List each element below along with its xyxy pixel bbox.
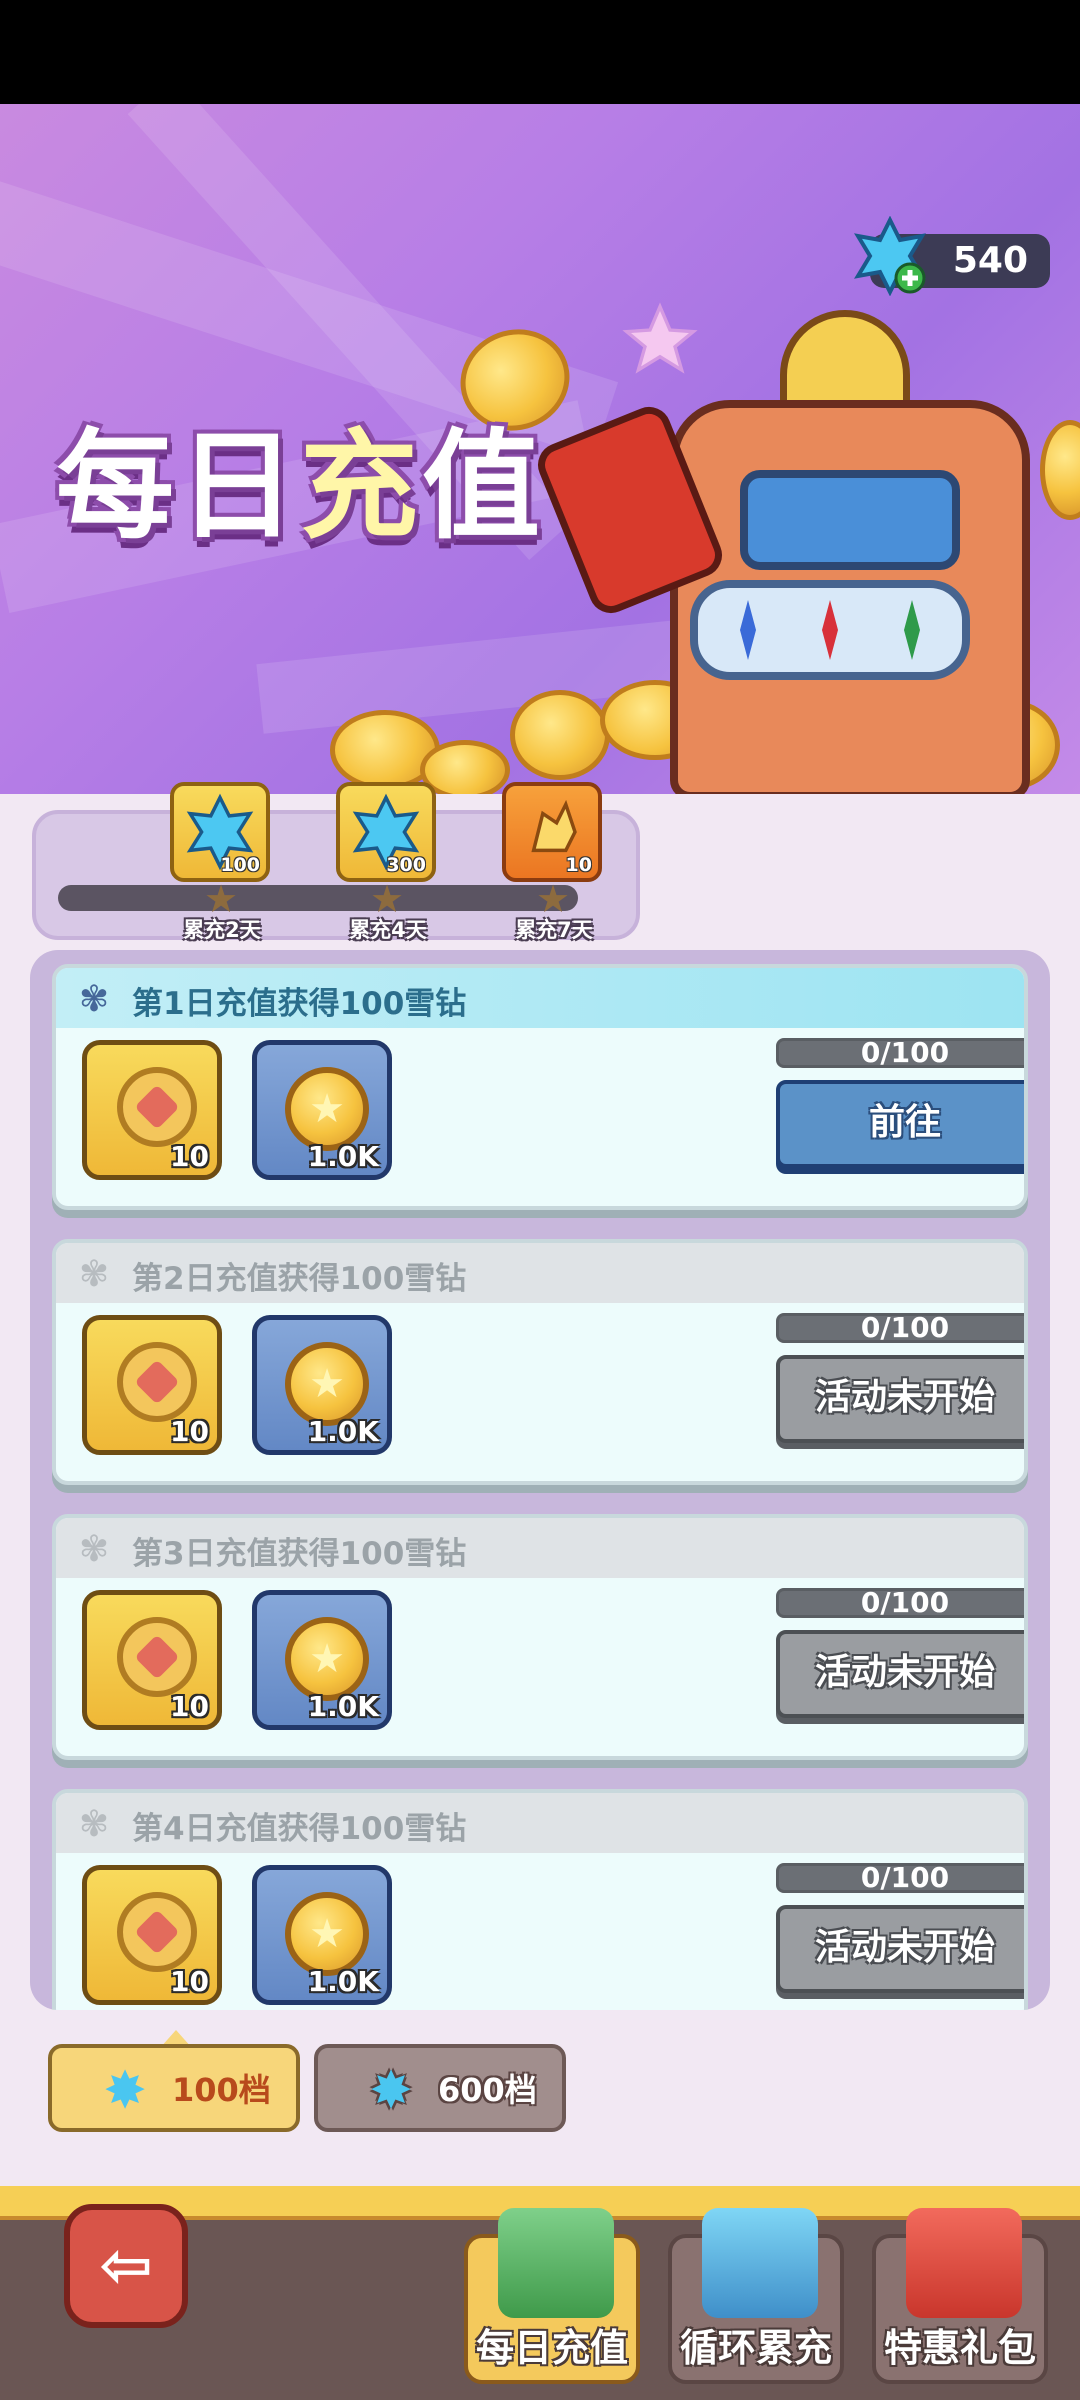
task-card: ✾ 第3日充值获得100雪钻 10 1.0K 0/100 活动未开始 [52, 1514, 1028, 1760]
nav-label: 每日充值 [475, 2326, 628, 2370]
milestone-label: 累充4天 [349, 918, 427, 942]
diamond-bag-icon [702, 2208, 818, 2318]
snow-diamond-add-icon[interactable] [850, 215, 930, 297]
snowflake-icon: ✾ [78, 1254, 110, 1295]
milestone-reward[interactable]: 10 [502, 782, 602, 882]
milestone-star-icon: ★ [535, 877, 571, 921]
calendar-coins-icon [498, 2208, 614, 2318]
status-bar [0, 0, 1080, 104]
go-button[interactable]: 前往 [776, 1080, 1024, 1168]
task-title: 第4日充值获得100雪钻 [132, 1811, 467, 1847]
star-decoration-icon [620, 300, 700, 384]
milestone-count: 300 [386, 854, 426, 876]
milestone-star-icon: ★ [203, 877, 239, 921]
reward-count: 1.0K [307, 1140, 379, 1173]
milestone-reward[interactable]: 100 [170, 782, 270, 882]
coin-reward[interactable]: 1.0K [252, 1315, 392, 1455]
key-icon [117, 1342, 197, 1422]
reward-count: 1.0K [307, 1415, 379, 1448]
task-progress: 0/100 [776, 1588, 1024, 1618]
task-progress: 0/100 [776, 1038, 1024, 1068]
back-button[interactable]: ⇦ [64, 2204, 188, 2328]
reward-count: 10 [170, 1690, 209, 1723]
coin-icon [285, 1892, 369, 1976]
milestone-count: 100 [220, 854, 260, 876]
page-title: 每日充值 [56, 417, 545, 555]
tier-tab-100[interactable]: ✸ 100档 [48, 2044, 300, 2132]
task-title: 第2日充值获得100雪钻 [132, 1261, 467, 1297]
milestone-label: 累充7天 [515, 918, 593, 942]
reward-count: 10 [170, 1140, 209, 1173]
tier-tab-600[interactable]: ✸ 600档 [314, 2044, 566, 2132]
task-title: 第3日充值获得100雪钻 [132, 1536, 467, 1572]
tier-label: 100档 [172, 2071, 271, 2109]
tier-label: 600档 [438, 2071, 537, 2109]
task-progress: 0/100 [776, 1863, 1024, 1893]
key-reward[interactable]: 10 [82, 1865, 222, 2005]
task-card: ✾ 第4日充值获得100雪钻 10 1.0K 0/100 活动未开始 [52, 1789, 1028, 2010]
not-started-button[interactable]: 活动未开始 [776, 1630, 1024, 1718]
milestone-reward[interactable]: 300 [336, 782, 436, 882]
robot-reels [690, 580, 970, 680]
reward-count: 10 [170, 1415, 209, 1448]
nav-label: 特惠礼包 [883, 2326, 1036, 2370]
coin-decoration [510, 690, 610, 780]
task-card: ✾ 第1日充值获得100雪钻 10 1.0K 0/100 前往 [52, 964, 1028, 1210]
nav-tab-special-pack[interactable]: 特惠礼包 [872, 2208, 1048, 2384]
currency-value: 540 [952, 240, 1028, 281]
snow-diamond-icon: ✸ [103, 2061, 147, 2121]
coin-icon [285, 1342, 369, 1426]
key-reward[interactable]: 10 [82, 1315, 222, 1455]
snowflake-icon: ✾ [78, 1804, 110, 1845]
key-icon [117, 1067, 197, 1147]
task-progress: 0/100 [776, 1313, 1024, 1343]
task-list[interactable]: ✾ 第1日充值获得100雪钻 10 1.0K 0/100 前往 ✾ 第2日充值获… [30, 950, 1050, 2010]
back-arrow-icon: ⇦ [99, 2229, 153, 2303]
key-reward[interactable]: 10 [82, 1040, 222, 1180]
reward-count: 1.0K [307, 1690, 379, 1723]
coin-icon [285, 1617, 369, 1701]
nav-tab-cycle-recharge[interactable]: 循环累充 [668, 2208, 844, 2384]
milestone-label: 累充2天 [183, 918, 261, 942]
task-card: ✾ 第2日充值获得100雪钻 10 1.0K 0/100 活动未开始 [52, 1239, 1028, 1485]
snowflake-icon: ✾ [78, 1529, 110, 1570]
gift-box-icon [906, 2208, 1022, 2318]
key-icon [117, 1892, 197, 1972]
milestone-count: 10 [565, 854, 592, 876]
milestone-progress-bar [58, 885, 578, 911]
snowflake-icon: ✾ [78, 979, 110, 1020]
not-started-button[interactable]: 活动未开始 [776, 1905, 1024, 1993]
key-reward[interactable]: 10 [82, 1590, 222, 1730]
task-title: 第1日充值获得100雪钻 [132, 986, 467, 1022]
coin-reward[interactable]: 1.0K [252, 1865, 392, 2005]
snow-diamond-icon: ✸ [369, 2061, 413, 2121]
robot-screen [740, 470, 960, 570]
milestone-star-icon: ★ [369, 877, 405, 921]
reward-count: 10 [170, 1965, 209, 1998]
coin-reward[interactable]: 1.0K [252, 1040, 392, 1180]
coin-icon [285, 1067, 369, 1151]
reward-count: 1.0K [307, 1965, 379, 1998]
not-started-button[interactable]: 活动未开始 [776, 1355, 1024, 1443]
nav-tab-daily-recharge[interactable]: 每日充值 [464, 2208, 640, 2384]
key-icon [117, 1617, 197, 1697]
nav-label: 循环累充 [679, 2326, 832, 2370]
coin-reward[interactable]: 1.0K [252, 1590, 392, 1730]
